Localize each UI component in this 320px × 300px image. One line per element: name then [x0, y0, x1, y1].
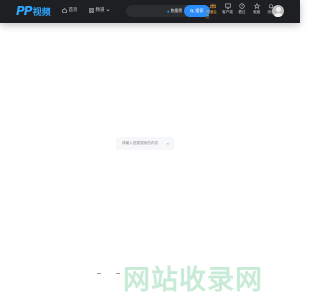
favorites-label: 收藏	[252, 10, 261, 14]
history-label: 看过	[238, 10, 246, 14]
favorites-button[interactable]: 收藏	[250, 3, 264, 20]
client-label: 客户端	[222, 10, 233, 14]
search-button-label: 搜索	[195, 8, 204, 13]
flame-icon: ●	[166, 8, 170, 14]
chevron-down-icon	[106, 9, 109, 12]
crown-icon	[210, 3, 216, 9]
logo-text: 视频	[32, 6, 51, 17]
empty-search-prompt: 请输入您要搜索的内容 »	[116, 137, 174, 150]
grid-icon	[89, 7, 94, 13]
star-icon	[253, 3, 260, 9]
site-logo[interactable]: PP 视频	[16, 4, 51, 18]
double-arrow-icon[interactable]: »	[167, 141, 169, 146]
history-button[interactable]: 看过	[235, 3, 249, 20]
vip-button[interactable]: 开通会员	[206, 3, 220, 20]
home-icon	[62, 7, 67, 13]
hot-search-tag[interactable]: ● 热搜榜	[167, 9, 182, 14]
avatar[interactable]	[272, 5, 284, 17]
monitor-icon	[224, 3, 231, 9]
search-icon	[190, 9, 195, 13]
top-navigation-bar: PP 视频 首页 频道 ● 热搜榜 搜索 开通会员 客户端 看过 收藏 消息	[0, 0, 300, 23]
search-input[interactable]: ● 热搜榜 搜索	[126, 5, 210, 17]
user-menu: 开通会员 客户端 看过 收藏 消息	[206, 3, 279, 20]
watermark: 网站收录网	[123, 265, 263, 296]
clock-icon	[239, 3, 245, 9]
logo-mark: PP	[16, 4, 33, 18]
nav-channels[interactable]: 频道	[89, 7, 111, 13]
divider	[97, 273, 101, 274]
vip-label: 开通会员	[206, 10, 217, 19]
nav-home-label: 首页	[68, 7, 78, 12]
empty-hint-text: 请输入您要搜索的内容	[122, 141, 158, 145]
client-button[interactable]: 客户端	[221, 3, 235, 20]
divider	[116, 273, 120, 274]
nav-home[interactable]: 首页	[62, 7, 78, 13]
nav-channels-label: 频道	[95, 7, 105, 12]
hot-search-label: 热搜榜	[170, 8, 182, 13]
